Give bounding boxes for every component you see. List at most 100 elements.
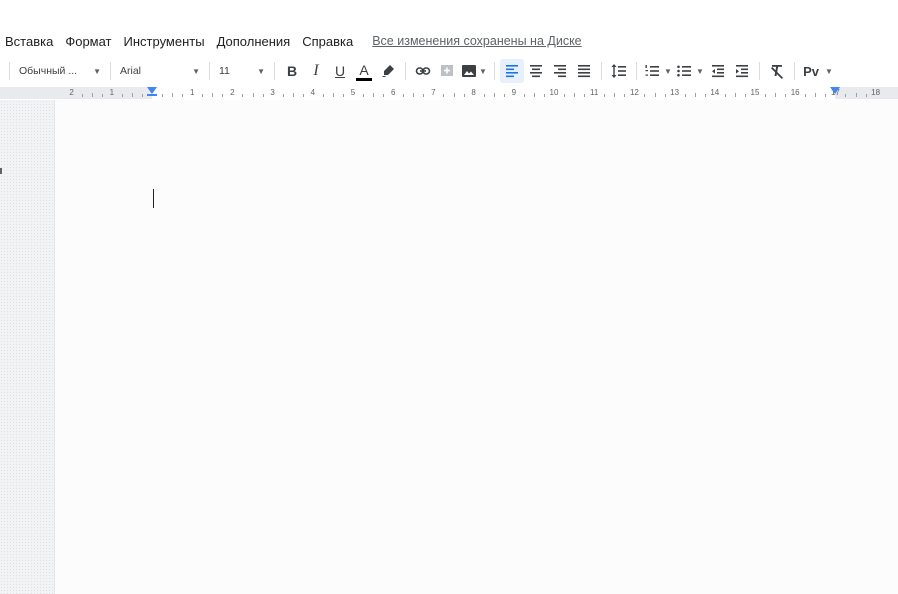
paragraph-style-value: Обычный ... — [19, 65, 78, 77]
align-right-icon[interactable] — [548, 59, 572, 83]
bulleted-list-icon[interactable]: ▼ — [674, 59, 706, 83]
first-line-indent-marker[interactable] — [147, 94, 157, 96]
ruler-tick — [443, 94, 445, 97]
ruler-tick — [493, 93, 495, 97]
ruler-tick — [423, 94, 425, 97]
align-center-icon[interactable] — [524, 59, 548, 83]
ruler-tick — [684, 94, 686, 97]
ruler-tick — [81, 94, 83, 97]
ruler-tick — [775, 93, 777, 97]
ruler-tick — [694, 93, 696, 97]
text-color-label: A — [356, 62, 373, 81]
menu-addons[interactable]: Дополнения — [217, 32, 291, 51]
toolbar-separator — [636, 62, 637, 80]
menu-tools[interactable]: Инструменты — [124, 32, 205, 51]
line-spacing-icon[interactable] — [607, 59, 631, 83]
clear-formatting-icon[interactable] — [765, 59, 789, 83]
numbered-list-icon[interactable]: ▼ — [642, 59, 674, 83]
ruler-tick — [845, 94, 847, 97]
ruler-tick — [855, 93, 857, 97]
ruler-tick — [342, 94, 344, 97]
ruler-number: 4 — [310, 88, 316, 97]
ruler-tick — [765, 94, 767, 97]
align-justify-icon[interactable] — [572, 59, 596, 83]
right-indent-marker[interactable] — [830, 87, 840, 94]
ruler-number: 2 — [230, 88, 235, 97]
ruler-tick — [363, 94, 365, 97]
menu-format[interactable]: Формат — [65, 32, 111, 51]
ruler-tick — [222, 94, 224, 97]
ruler-number: 18 — [871, 88, 881, 97]
toolbar-separator — [274, 62, 275, 80]
ruler-tick — [242, 94, 244, 97]
ruler-number: 15 — [750, 88, 760, 97]
ruler-tick — [302, 94, 304, 97]
save-status-link[interactable]: Все изменения сохранены на Диске — [372, 34, 581, 48]
ruler-tick — [805, 94, 807, 97]
ruler-tick — [322, 94, 324, 97]
highlighter-icon[interactable] — [376, 59, 400, 83]
text-cursor — [153, 189, 154, 208]
font-size-dropdown[interactable]: 11 ▼ — [215, 60, 269, 82]
add-comment-icon[interactable] — [435, 59, 459, 83]
ruler-tick — [292, 93, 294, 97]
increase-indent-icon[interactable] — [730, 59, 754, 83]
ruler-number: 3 — [270, 88, 275, 97]
paragraph-style-dropdown[interactable]: Обычный ... ▼ — [15, 60, 105, 82]
caret-down-icon: ▼ — [824, 66, 833, 76]
decrease-indent-icon[interactable] — [706, 59, 730, 83]
caret-down-icon: ▼ — [664, 66, 672, 76]
toolbar-separator — [110, 62, 111, 80]
ruler-tick — [252, 93, 254, 97]
underline-label: U — [334, 63, 346, 79]
ruler-tick — [584, 94, 586, 97]
ruler-tick — [332, 93, 334, 97]
bold-button[interactable]: B — [280, 59, 304, 83]
ruler-tick — [172, 93, 174, 97]
ruler-tick — [533, 93, 535, 97]
left-indent-marker[interactable] — [147, 87, 157, 94]
ruler-number: 10 — [549, 88, 559, 97]
ruler-number: 9 — [511, 88, 517, 97]
ruler-tick — [614, 93, 616, 97]
ruler-number: 14 — [710, 88, 720, 97]
caret-down-icon: ▼ — [93, 66, 101, 76]
underline-button[interactable]: U — [328, 59, 352, 83]
text-color-button[interactable]: A — [352, 59, 376, 83]
document-page[interactable] — [54, 100, 898, 594]
menu-bar: Вставка Формат Инструменты Дополнения Сп… — [0, 29, 898, 53]
toolbar-separator — [9, 62, 10, 80]
ruler-tick — [162, 94, 164, 97]
ruler-number: 16 — [790, 88, 800, 97]
image-icon[interactable]: ▼ — [459, 59, 489, 83]
ruler-tick — [815, 93, 817, 97]
ruler-tick — [483, 94, 485, 97]
ruler-tick — [413, 93, 415, 97]
ruler-tick — [654, 93, 656, 97]
align-left-icon[interactable] — [500, 59, 524, 83]
menu-insert[interactable]: Вставка — [5, 32, 53, 51]
input-tools-button[interactable]: Рv ▼ — [800, 59, 836, 83]
ruler-number: 11 — [590, 88, 599, 97]
ruler-number: 12 — [629, 88, 639, 97]
ruler-number: 2 — [69, 88, 74, 97]
italic-button[interactable]: I — [304, 59, 328, 83]
input-tools-label: Рv — [803, 63, 819, 79]
ruler-tick — [724, 94, 726, 97]
menu-help[interactable]: Справка — [302, 32, 353, 51]
ruler-tick — [131, 93, 133, 97]
ruler: 2 1 1 2 3 4 5 6 7 8 9 10 11 12 13 14 15 16 17 18 — [0, 87, 898, 99]
caret-down-icon: ▼ — [192, 66, 200, 76]
ruler-tick — [121, 94, 123, 97]
ruler-number: 5 — [350, 88, 356, 97]
italic-label: I — [313, 62, 319, 79]
ruler-tick — [825, 94, 827, 97]
ruler-number: 1 — [189, 88, 195, 97]
ruler-number: 7 — [431, 88, 436, 97]
toolbar: Обычный ... ▼ Arial ▼ 11 ▼ B I U A ▼ ▼ ▼… — [0, 58, 898, 84]
font-dropdown[interactable]: Arial ▼ — [116, 60, 204, 82]
link-icon[interactable] — [411, 59, 435, 83]
ruler-tick — [604, 94, 606, 97]
ruler-tick — [463, 94, 465, 97]
ruler-tick — [141, 94, 143, 97]
